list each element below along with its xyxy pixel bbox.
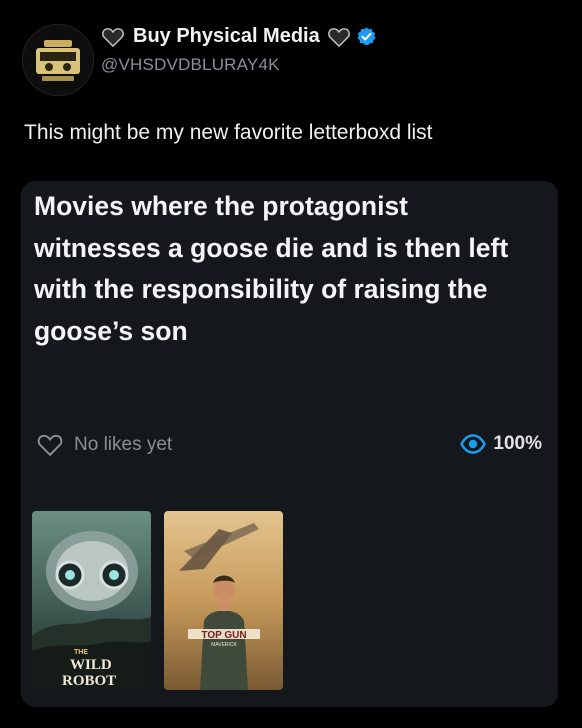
vhs-tape-logo-icon — [36, 40, 80, 81]
black-heart-icon — [102, 27, 124, 47]
eye-icon — [460, 434, 487, 454]
display-name-row[interactable]: Buy Physical Media — [102, 25, 377, 48]
poster-1-title-line-3: ROBOT — [62, 673, 116, 689]
views-indicator: 100% — [460, 433, 542, 455]
views-text: 100% — [493, 433, 542, 454]
poster-1-title-line-2: WILD — [70, 657, 112, 673]
poster-2-subtitle: MAVERICK — [211, 642, 237, 648]
black-heart-icon — [327, 27, 350, 47]
poster-the-wild-robot[interactable]: THE WILD ROBOT — [32, 511, 151, 690]
avatar[interactable] — [22, 24, 94, 96]
list-title: Movies where the protagonist witnesses a… — [34, 191, 509, 346]
user-handle[interactable]: @VHSDVDBLURAY4K — [101, 55, 280, 75]
poster-2-title: TOP GUN — [201, 630, 246, 641]
heart-outline-icon — [37, 434, 63, 457]
poster-1-title-line-1: THE — [74, 649, 88, 656]
verified-badge-icon — [357, 27, 376, 46]
display-name: Buy Physical Media — [133, 25, 320, 47]
tweet: Buy Physical Media @VHSDVDBLURAY4K This … — [0, 0, 582, 728]
likes-text: No likes yet — [74, 434, 173, 455]
post-text: This might be my new favorite letterboxd… — [24, 121, 433, 144]
likes-row[interactable]: No likes yet — [36, 433, 172, 457]
letterboxd-list-card[interactable]: Movies where the protagonist witnesses a… — [21, 181, 558, 707]
wild-robot-poster-image: THE WILD ROBOT — [32, 511, 151, 690]
top-gun-poster-image: TOP GUN MAVERICK — [164, 511, 283, 690]
poster-top-gun-maverick[interactable]: TOP GUN MAVERICK — [164, 511, 283, 690]
